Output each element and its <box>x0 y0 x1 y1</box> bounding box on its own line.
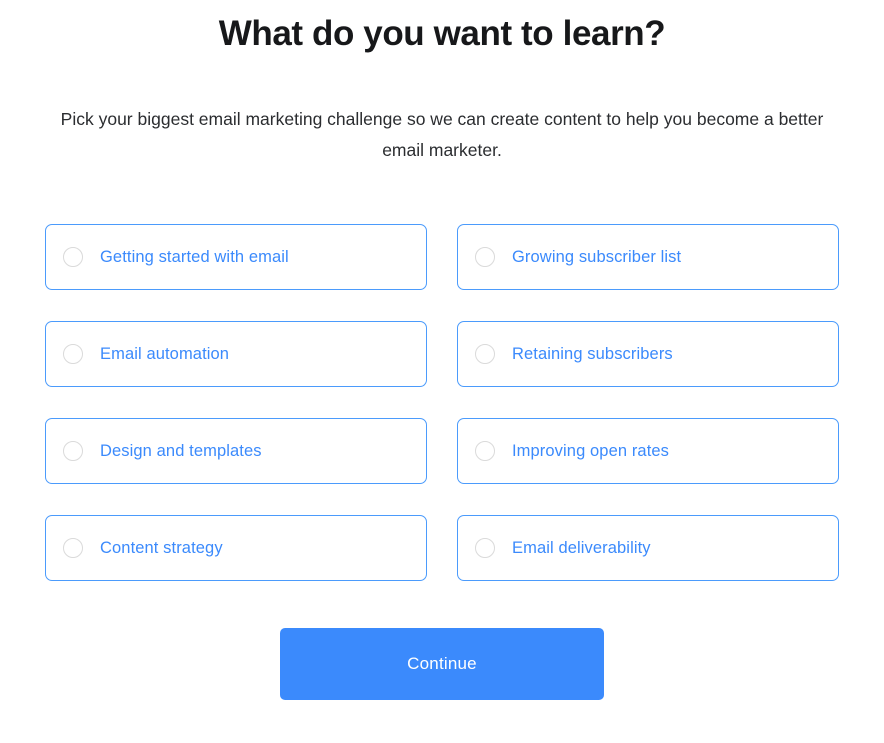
option-card-design-and-templates[interactable]: Design and templates <box>45 418 427 484</box>
radio-unselected-icon[interactable] <box>63 344 83 364</box>
option-label: Content strategy <box>100 538 223 557</box>
radio-unselected-icon[interactable] <box>475 538 495 558</box>
option-card-improving-open-rates[interactable]: Improving open rates <box>457 418 839 484</box>
option-label: Email deliverability <box>512 538 651 557</box>
option-label: Improving open rates <box>512 441 670 460</box>
option-label: Getting started with email <box>100 247 289 266</box>
radio-unselected-icon[interactable] <box>475 441 495 461</box>
learning-topic-selection-screen: What do you want to learn? Pick your big… <box>0 0 884 743</box>
option-label: Growing subscriber list <box>512 247 682 266</box>
option-card-retaining-subscribers[interactable]: Retaining subscribers <box>457 321 839 387</box>
radio-unselected-icon[interactable] <box>475 247 495 267</box>
option-card-content-strategy[interactable]: Content strategy <box>45 515 427 581</box>
options-grid: Getting started with email Growing subsc… <box>45 166 839 581</box>
option-card-email-deliverability[interactable]: Email deliverability <box>457 515 839 581</box>
page-subtitle: Pick your biggest email marketing challe… <box>60 109 824 160</box>
continue-button[interactable]: Continue <box>280 628 604 700</box>
radio-unselected-icon[interactable] <box>63 441 83 461</box>
option-card-email-automation[interactable]: Email automation <box>45 321 427 387</box>
heading-section: What do you want to learn? Pick your big… <box>0 0 884 166</box>
radio-unselected-icon[interactable] <box>63 247 83 267</box>
page-title: What do you want to learn? <box>218 14 666 53</box>
footer-section: Continue <box>0 581 884 700</box>
option-label: Design and templates <box>100 441 262 460</box>
option-label: Email automation <box>100 344 230 363</box>
option-card-getting-started-with-email[interactable]: Getting started with email <box>45 224 427 290</box>
option-label: Retaining subscribers <box>512 344 673 363</box>
option-card-growing-subscriber-list[interactable]: Growing subscriber list <box>457 224 839 290</box>
radio-unselected-icon[interactable] <box>63 538 83 558</box>
radio-unselected-icon[interactable] <box>475 344 495 364</box>
